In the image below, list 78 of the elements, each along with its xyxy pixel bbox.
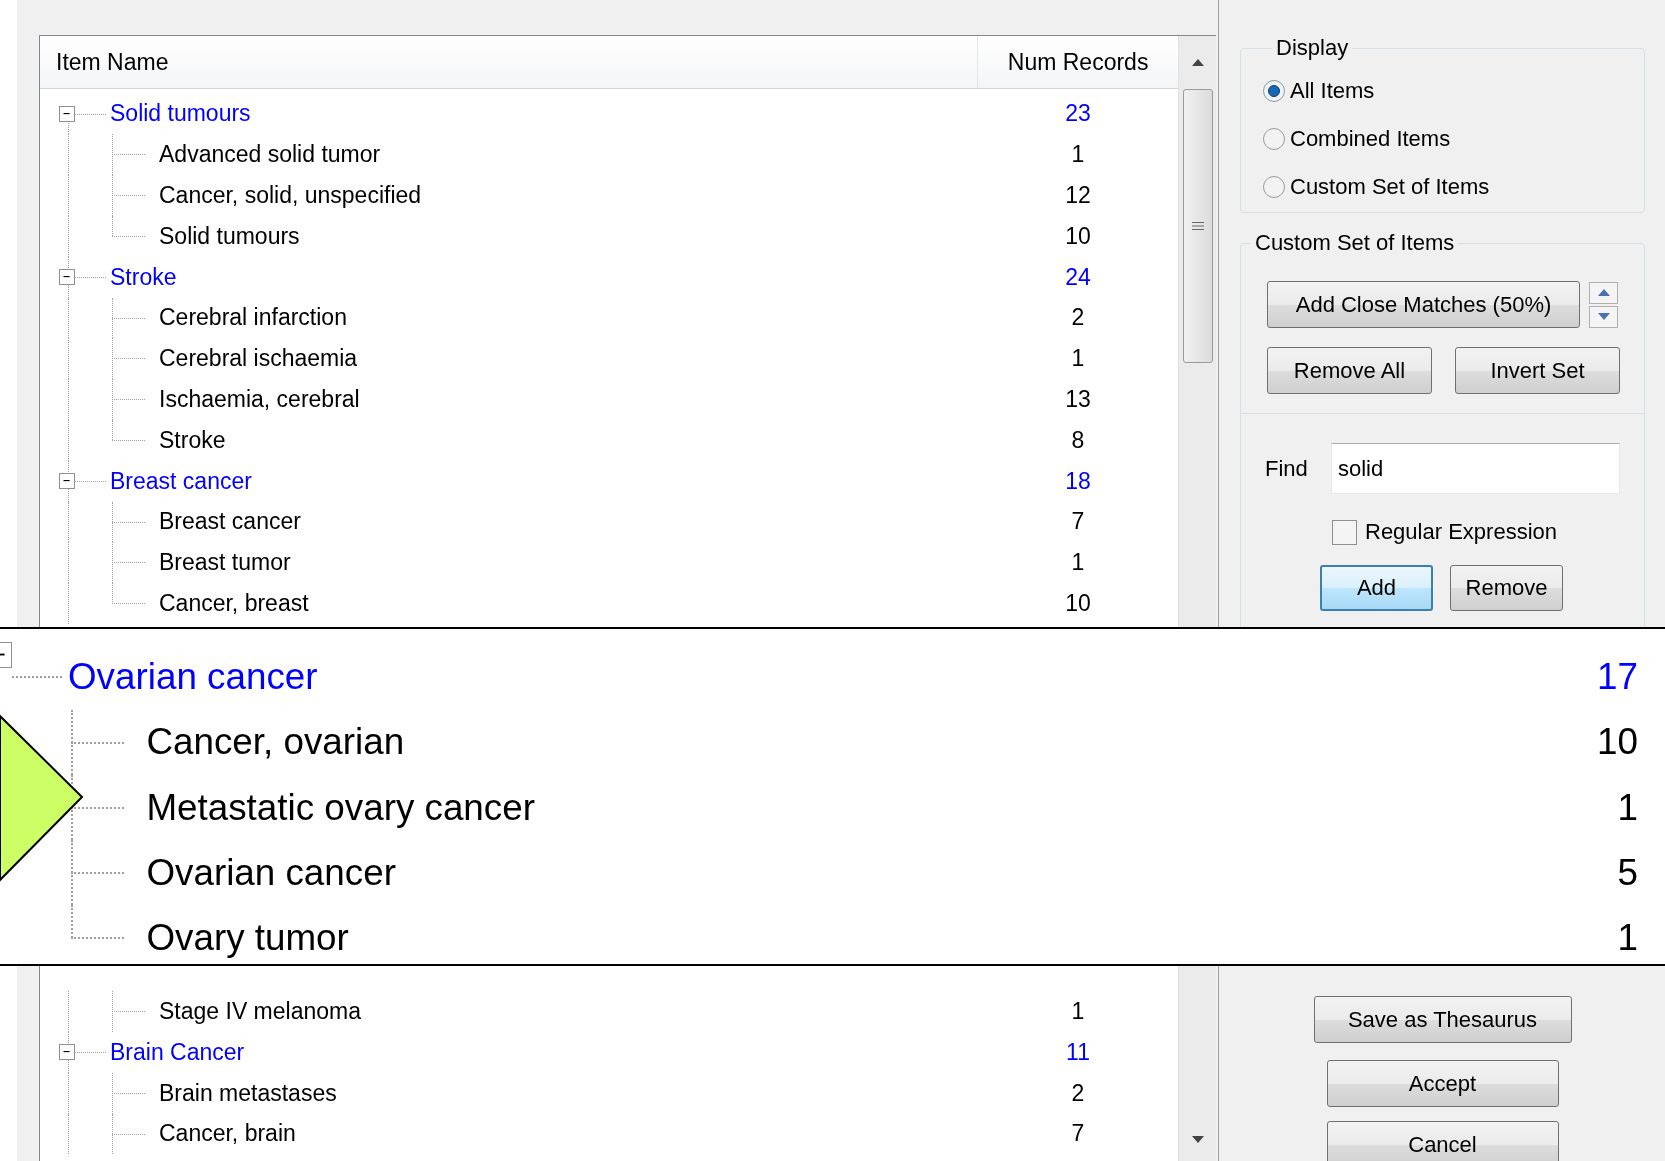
checkbox[interactable]: Regular Expression xyxy=(1332,515,1644,549)
record-count: 18 xyxy=(1064,467,1092,495)
tree-item-label[interactable]: Stroke xyxy=(159,426,226,454)
record-count: 7 xyxy=(1070,1120,1086,1148)
group-title: Display xyxy=(1275,35,1350,61)
scrollbar-thumb[interactable] xyxy=(1182,89,1213,363)
radio-icon[interactable] xyxy=(1262,79,1286,103)
radio-button[interactable]: Custom Set of Items xyxy=(1262,163,1644,211)
record-count: 1 xyxy=(1070,998,1086,1026)
find-action-button[interactable]: Remove xyxy=(1450,565,1563,611)
tree-group-label[interactable]: Ovarian cancer xyxy=(68,656,318,698)
record-count: 1 xyxy=(1617,917,1638,960)
collapse-icon[interactable] xyxy=(59,269,75,286)
spin-up-button[interactable] xyxy=(1589,281,1618,304)
record-count: 24 xyxy=(1064,263,1092,291)
record-count: 5 xyxy=(1617,851,1638,894)
record-count: 10 xyxy=(1064,222,1092,250)
tree-item-label[interactable]: Solid tumours xyxy=(159,222,300,250)
set-action-button[interactable]: Invert Set xyxy=(1455,347,1620,394)
record-count: 10 xyxy=(1597,721,1638,764)
radio-icon[interactable] xyxy=(1262,127,1286,151)
record-count: 2 xyxy=(1070,1079,1086,1107)
down-arrow-icon xyxy=(1191,1135,1204,1143)
tree-group-label[interactable]: Solid tumours xyxy=(110,100,251,128)
tree-item-label[interactable]: Breast cancer xyxy=(159,508,301,536)
tree-item-label[interactable]: Cerebral infarction xyxy=(159,304,347,332)
tree-group-label[interactable]: Brain Cancer xyxy=(110,1038,245,1066)
radio-button[interactable]: All Items xyxy=(1262,67,1644,115)
column-header[interactable]: Item Name xyxy=(40,36,978,88)
record-count: 11 xyxy=(1065,1038,1091,1066)
record-count: 1 xyxy=(1070,141,1086,169)
find-field[interactable]: solid xyxy=(1331,443,1620,494)
record-count: 23 xyxy=(1064,100,1092,128)
tree-item-label[interactable]: Stage IV melanoma xyxy=(159,998,361,1026)
checkbox-icon[interactable] xyxy=(1332,519,1357,545)
dialog-button[interactable]: Save as Thesaurus xyxy=(1313,996,1572,1043)
record-count: 1 xyxy=(1070,345,1086,373)
dialog-button[interactable]: Accept xyxy=(1326,1060,1559,1107)
tree-item-label[interactable]: Brain metastases xyxy=(159,1079,337,1107)
group-title: Custom Set of Items xyxy=(1254,230,1456,256)
radio-button[interactable]: Combined Items xyxy=(1262,115,1644,163)
record-count: 1 xyxy=(1617,786,1638,829)
collapse-icon[interactable] xyxy=(0,642,12,668)
set-action-button[interactable]: Remove All xyxy=(1267,347,1432,394)
down-arrow-icon xyxy=(1597,313,1610,320)
find-label: Find xyxy=(1265,455,1309,482)
dialog-button[interactable]: Cancel xyxy=(1326,1121,1559,1161)
tree-item-label[interactable]: Metastatic ovary cancer xyxy=(146,786,535,829)
up-arrow-icon xyxy=(1597,289,1610,296)
tree-item-label[interactable]: Ovary tumor xyxy=(146,917,349,960)
record-count: 12 xyxy=(1064,182,1092,210)
radio-icon[interactable] xyxy=(1262,175,1286,199)
record-count: 13 xyxy=(1064,386,1092,414)
find-action-button[interactable]: Add xyxy=(1320,565,1433,611)
spin-down-button[interactable] xyxy=(1589,305,1618,328)
collapse-icon[interactable] xyxy=(59,106,75,122)
tree-item-label[interactable]: Breast tumor xyxy=(159,549,291,577)
tree-item-label[interactable]: Ischaemia, cerebral xyxy=(159,386,360,414)
record-count: 2 xyxy=(1070,304,1086,332)
tree-item-label[interactable]: Advanced solid tumor xyxy=(159,141,381,169)
tree-item-label[interactable]: Cancer, breast xyxy=(159,590,309,618)
up-arrow-icon xyxy=(1191,58,1204,66)
tree-item-label[interactable]: Cancer, brain xyxy=(159,1120,296,1148)
record-count: 7 xyxy=(1070,508,1086,536)
tree-item-label[interactable]: Cancer, ovarian xyxy=(146,721,405,764)
tree-item-label[interactable]: Cancer, solid, unspecified xyxy=(159,182,422,210)
grip-icon xyxy=(1191,221,1204,231)
add-close-matches-button[interactable]: Add Close Matches (50%) xyxy=(1267,281,1580,328)
record-count: 10 xyxy=(1064,590,1092,618)
tree-group-label[interactable]: Stroke xyxy=(110,263,177,291)
tree-item-label[interactable]: Ovarian cancer xyxy=(146,851,396,894)
record-count: 17 xyxy=(1597,656,1638,698)
collapse-icon[interactable] xyxy=(59,1044,75,1061)
collapse-icon[interactable] xyxy=(59,473,75,490)
tree-group-label[interactable]: Breast cancer xyxy=(110,467,252,495)
tree-item-label[interactable]: Cerebral ischaemia xyxy=(159,345,358,373)
record-count: 8 xyxy=(1070,426,1086,454)
record-count: 1 xyxy=(1070,549,1086,577)
